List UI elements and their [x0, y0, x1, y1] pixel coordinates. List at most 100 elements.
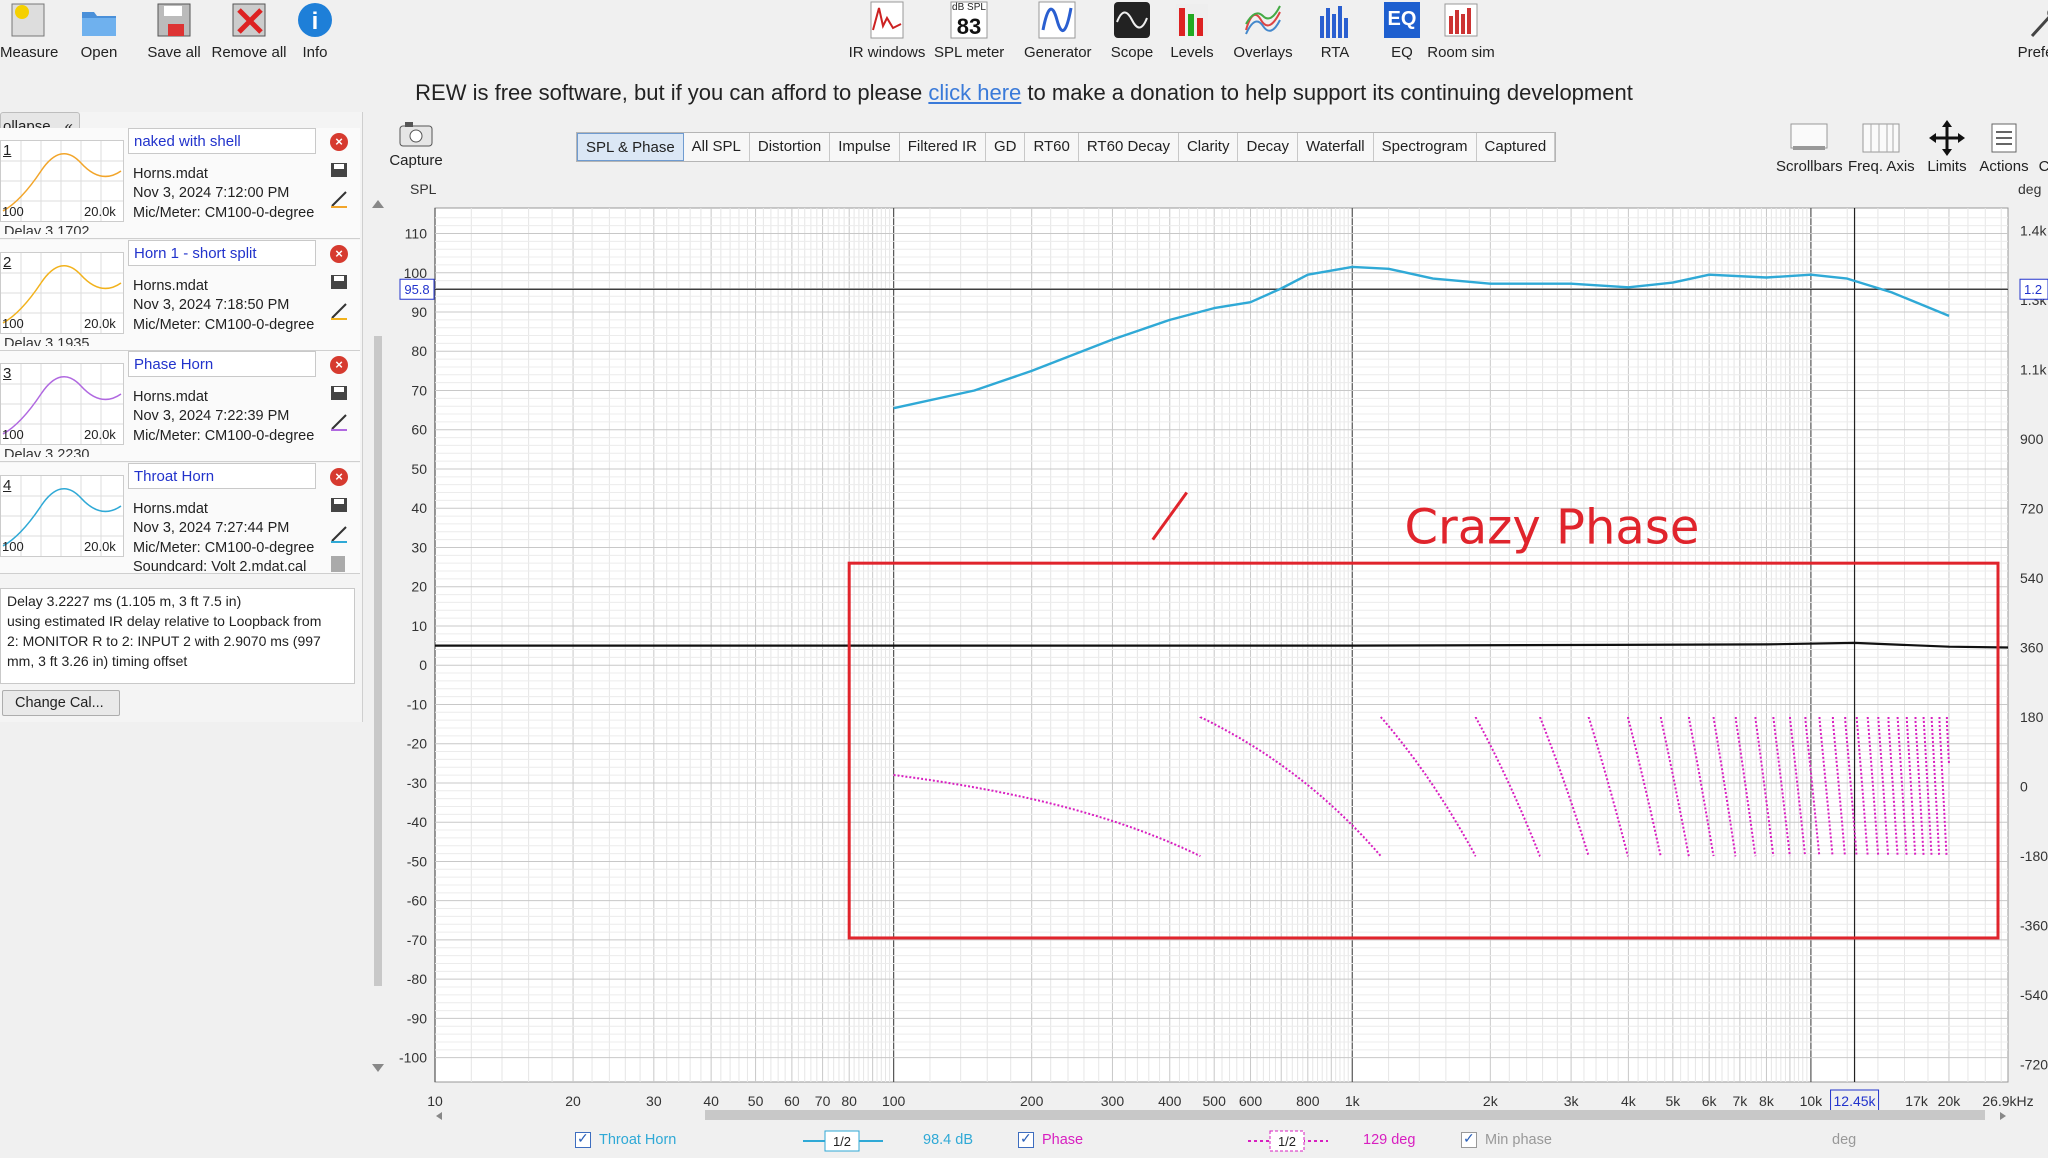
phase-smoothing-icon[interactable]: 1/2 — [1248, 1128, 1328, 1154]
measure-button[interactable]: Measure — [0, 0, 58, 61]
donation-link[interactable]: click here — [928, 80, 1021, 105]
delete-icon[interactable]: × — [330, 356, 348, 374]
change-cal-button[interactable]: Change Cal... — [2, 690, 120, 716]
y2-tick-label: -180 — [2020, 848, 2048, 864]
measure-icon — [8, 0, 48, 40]
tab-captured[interactable]: Captured — [1477, 133, 1556, 161]
save-measurement-icon[interactable] — [330, 162, 348, 178]
legend-phase-name[interactable]: Phase — [1042, 1132, 1083, 1148]
scrollbars-button[interactable]: Scrollbars — [1776, 118, 1843, 175]
series-checkbox-phase[interactable] — [1018, 1130, 1034, 1148]
thumb-axis-min: 100 — [2, 427, 24, 442]
measurement-date: Nov 3, 2024 7:22:39 PM — [133, 408, 290, 424]
measurement-item[interactable]: 2 100 20.0k Horn 1 - short split × Horns.mdat… — [0, 240, 360, 351]
delete-icon[interactable]: × — [330, 468, 348, 486]
smoothing-icon[interactable]: 1/2 — [803, 1128, 883, 1154]
rta-button[interactable]: RTA — [1310, 0, 1360, 61]
banner-text-after: to make a donation to help support its c… — [1027, 80, 1633, 105]
ir-windows-icon — [867, 0, 907, 40]
measurement-name-field[interactable]: Horn 1 - short split — [128, 240, 316, 266]
spl-meter-button[interactable]: dB SPL 83 SPL meter — [934, 0, 1004, 61]
scope-button[interactable]: Scope — [1108, 0, 1156, 61]
color-pencil-icon[interactable] — [330, 190, 348, 208]
y-tick-label: 0 — [419, 657, 427, 673]
overlays-button[interactable]: Overlays — [1230, 0, 1296, 61]
measurement-date: Nov 3, 2024 7:27:44 PM — [133, 520, 290, 536]
measurement-name-field[interactable]: Phase Horn — [128, 351, 316, 377]
info-line: mm, 3 ft 3.26 in) timing offset — [7, 653, 188, 669]
cursor-phase-value: 1.2 — [2024, 282, 2042, 297]
limits-button[interactable]: Limits — [1924, 118, 1970, 175]
notes-icon[interactable] — [330, 555, 348, 572]
x-tick-label: 8k — [1759, 1093, 1775, 1109]
delete-icon[interactable]: × — [330, 245, 348, 263]
series-checkbox-throat-horn[interactable] — [575, 1130, 591, 1148]
measurement-file: Horns.mdat — [133, 501, 208, 517]
x-tick-label: 3k — [1564, 1093, 1580, 1109]
color-pencil-icon[interactable] — [330, 525, 348, 543]
scroll-up-arrow[interactable] — [372, 200, 384, 208]
legend-series-name[interactable]: Throat Horn — [599, 1132, 676, 1148]
tab-clarity[interactable]: Clarity — [1179, 133, 1239, 161]
x-tick-label: 10k — [1800, 1093, 1824, 1109]
preferences-label: Prefer — [2017, 44, 2048, 61]
folder-icon — [79, 0, 119, 40]
measurement-item[interactable]: 4 100 20.0k Throat Horn × Horns.mdat Nov 3, 20… — [0, 463, 360, 575]
color-pencil-icon[interactable] — [330, 413, 348, 431]
cursor-spl-readout: 95.8 — [399, 278, 435, 300]
tab-spectrogram[interactable]: Spectrogram — [1374, 133, 1477, 161]
save-measurement-icon[interactable] — [330, 274, 348, 290]
thumb-axis-max: 20.0k — [84, 427, 116, 442]
scroll-thumb[interactable] — [374, 336, 382, 986]
generator-button[interactable]: Generator — [1024, 0, 1092, 61]
tab-all-spl[interactable]: All SPL — [684, 133, 750, 161]
remove-all-button[interactable]: Remove all — [210, 0, 288, 61]
tab-decay[interactable]: Decay — [1238, 133, 1299, 161]
tab-rt60-decay[interactable]: RT60 Decay — [1079, 133, 1179, 161]
tab-distortion[interactable]: Distortion — [750, 133, 831, 161]
thumb-axis-min: 100 — [2, 539, 24, 554]
spl-phase-chart[interactable]: 1101009080706050403020100-10-20-30-40-50… — [390, 180, 2048, 1120]
save-measurement-icon[interactable] — [330, 385, 348, 401]
series-checkbox-min-phase[interactable] — [1461, 1130, 1477, 1148]
legend-min-phase-name[interactable]: Min phase — [1485, 1132, 1552, 1148]
measurement-item[interactable]: 1 100 20.0k naked with shell × Horns.mdat Nov … — [0, 128, 360, 239]
room-sim-button[interactable]: Room sim — [1426, 0, 1496, 61]
toolbar-label: Freq. Axis — [1848, 158, 1915, 175]
tab-impulse[interactable]: Impulse — [830, 133, 900, 161]
measurement-name-field[interactable]: naked with shell — [128, 128, 316, 154]
tab-filtered-ir[interactable]: Filtered IR — [900, 133, 986, 161]
y-tick-label: 30 — [411, 539, 427, 555]
tab-rt60[interactable]: RT60 — [1025, 133, 1079, 161]
delete-icon[interactable]: × — [330, 133, 348, 151]
tab-waterfall[interactable]: Waterfall — [1298, 133, 1374, 161]
smoothing-label: 1/2 — [833, 1134, 851, 1149]
color-pencil-icon[interactable] — [330, 302, 348, 320]
open-button[interactable]: Open — [74, 0, 124, 61]
save-icon — [154, 0, 194, 40]
eq-button[interactable]: EQ EQ — [1382, 0, 1422, 61]
info-button[interactable]: i Info — [294, 0, 336, 61]
graph-horizontal-scrollbar[interactable] — [436, 1110, 2006, 1120]
preferences-button[interactable]: Prefer — [2008, 0, 2048, 61]
measurement-name-field[interactable]: Throat Horn — [128, 463, 316, 489]
measurement-item[interactable]: 3 100 20.0k Phase Horn × Horns.mdat Nov 3, 202… — [0, 351, 360, 462]
tab-gd[interactable]: GD — [986, 133, 1026, 161]
tab-spl-phase[interactable]: SPL & Phase — [577, 133, 684, 161]
freq-axis-icon — [1861, 118, 1901, 154]
more-tools-button[interactable]: C — [2034, 118, 2048, 175]
freq-axis-button[interactable]: Freq. Axis — [1848, 118, 1915, 175]
capture-button[interactable]: Capture — [386, 118, 446, 169]
measurement-file: Horns.mdat — [133, 166, 208, 182]
levels-button[interactable]: Levels — [1168, 0, 1216, 61]
save-all-button[interactable]: Save all — [140, 0, 208, 61]
measurement-date: Nov 3, 2024 7:18:50 PM — [133, 297, 290, 313]
scroll-down-arrow[interactable] — [372, 1064, 384, 1072]
panel-scrollbar[interactable] — [368, 196, 388, 1076]
toolbar-label: Save all — [147, 44, 201, 61]
preferences-icon — [2018, 0, 2048, 40]
ir-windows-button[interactable]: IR windows — [846, 0, 928, 61]
x-tick-label: 10 — [427, 1093, 443, 1109]
save-measurement-icon[interactable] — [330, 497, 348, 513]
actions-button[interactable]: Actions — [1976, 118, 2032, 175]
